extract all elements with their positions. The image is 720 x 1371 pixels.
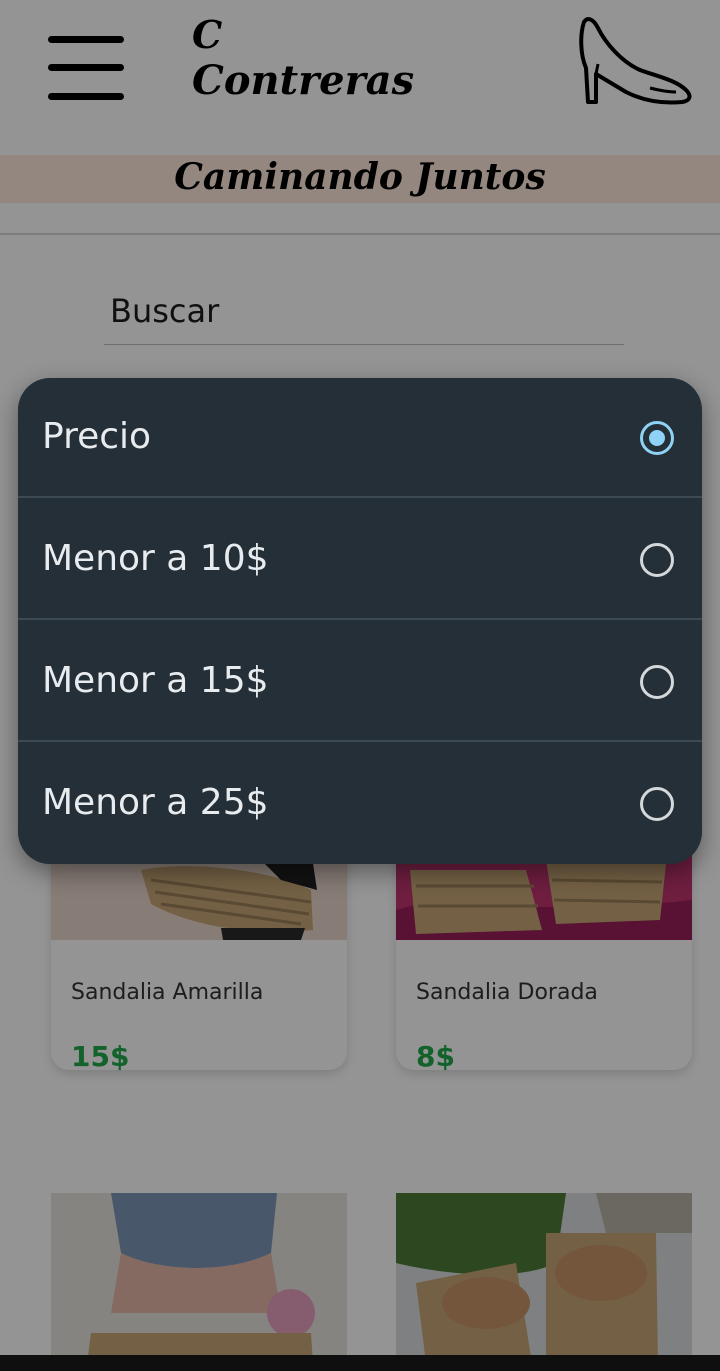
- filter-option-menor-15[interactable]: Menor a 15$: [18, 622, 702, 742]
- filter-option-label: Menor a 15$: [42, 660, 269, 701]
- option-divider: [18, 618, 702, 620]
- radio-unselected-icon[interactable]: [640, 543, 674, 577]
- system-nav-bar: [0, 1355, 720, 1371]
- radio-selected-icon[interactable]: [640, 421, 674, 455]
- filter-option-label: Menor a 25$: [42, 782, 269, 823]
- filter-option-menor-10[interactable]: Menor a 10$: [18, 500, 702, 620]
- filter-option-label: Menor a 10$: [42, 538, 269, 579]
- radio-unselected-icon[interactable]: [640, 665, 674, 699]
- filter-option-menor-25[interactable]: Menor a 25$: [18, 744, 702, 864]
- option-divider: [18, 740, 702, 742]
- filter-option-precio[interactable]: Precio: [18, 378, 702, 498]
- price-filter-dialog: Precio Menor a 10$ Menor a 15$ Menor a 2…: [18, 378, 702, 864]
- radio-unselected-icon[interactable]: [640, 787, 674, 821]
- filter-option-label: Precio: [42, 416, 152, 457]
- option-divider: [18, 496, 702, 498]
